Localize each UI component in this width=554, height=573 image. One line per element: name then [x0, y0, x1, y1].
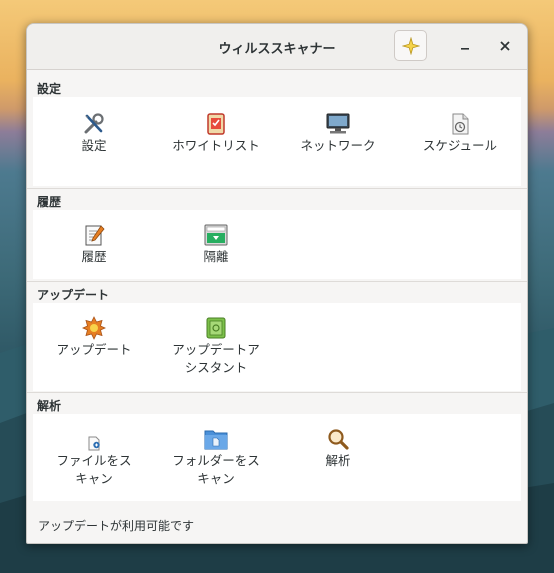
update-item-update[interactable]: アップデート	[35, 314, 153, 359]
quarantine-icon	[204, 224, 228, 246]
update-assistant-icon	[206, 317, 226, 339]
analysis-item-analysis[interactable]: 解析	[279, 425, 397, 470]
update-assistant-label-2: シスタント	[184, 360, 248, 375]
status-bar-text: アップデートが利用可能です	[38, 519, 195, 533]
network-label: ネットワーク	[300, 138, 376, 153]
scan-folder-icon	[204, 430, 228, 450]
analysis-label: 解析	[325, 453, 351, 468]
titlebar: ウィルススキャナー	[27, 24, 527, 70]
settings-item-schedule[interactable]: スケジュール	[401, 110, 519, 155]
scan-folder-label-1: フォルダーをス	[172, 453, 260, 468]
quarantine-label: 隔離	[203, 249, 229, 264]
section-divider	[27, 281, 527, 282]
section-header-analysis: 解析	[37, 399, 62, 413]
minimize-button[interactable]	[455, 36, 475, 56]
star-icon	[401, 36, 420, 55]
star-button[interactable]	[394, 30, 427, 61]
analysis-item-scan-folder[interactable]: フォルダーをス キャン	[157, 425, 275, 488]
close-button[interactable]	[495, 36, 515, 56]
section-divider	[27, 188, 527, 189]
update-icon	[82, 316, 106, 340]
section-header-history: 履歴	[37, 195, 62, 209]
section-header-settings: 設定	[37, 82, 62, 96]
minimize-icon	[461, 48, 469, 50]
settings-item-whitelist[interactable]: ホワイトリスト	[157, 110, 275, 155]
update-label: アップデート	[56, 342, 132, 357]
close-icon	[500, 41, 510, 51]
window-title: ウィルススキャナー	[218, 42, 336, 57]
scan-file-label-1: ファイルをス	[56, 453, 132, 468]
history-label: 履歴	[81, 249, 107, 264]
whitelist-label: ホワイトリスト	[172, 138, 260, 153]
history-item-history[interactable]: 履歴	[35, 221, 153, 266]
update-item-assistant[interactable]: アップデートア シスタント	[157, 314, 275, 377]
analysis-icon	[328, 429, 349, 450]
settings-item-settings[interactable]: 設定	[35, 110, 153, 155]
tools-icon	[84, 113, 104, 134]
scan-folder-label-2: キャン	[197, 471, 235, 486]
update-assistant-label-1: アップデートア	[172, 342, 260, 357]
settings-label: 設定	[81, 138, 107, 153]
section-divider	[27, 392, 527, 393]
scan-file-label-2: キャン	[75, 471, 113, 486]
settings-item-network[interactable]: ネットワーク	[279, 110, 397, 155]
schedule-icon	[452, 113, 469, 135]
network-icon	[326, 113, 350, 134]
app-window: ウィルススキャナー 設定 設定 ホワイトリスト ネットワーク スケジュール 履歴…	[26, 23, 528, 544]
history-item-quarantine[interactable]: 隔離	[157, 221, 275, 266]
history-icon	[85, 225, 105, 246]
analysis-item-scan-file[interactable]: ファイルをス キャン	[35, 425, 153, 488]
section-header-update: アップデート	[37, 288, 110, 302]
scan-file-icon	[88, 436, 100, 451]
whitelist-icon	[207, 113, 225, 135]
schedule-label: スケジュール	[422, 138, 498, 153]
